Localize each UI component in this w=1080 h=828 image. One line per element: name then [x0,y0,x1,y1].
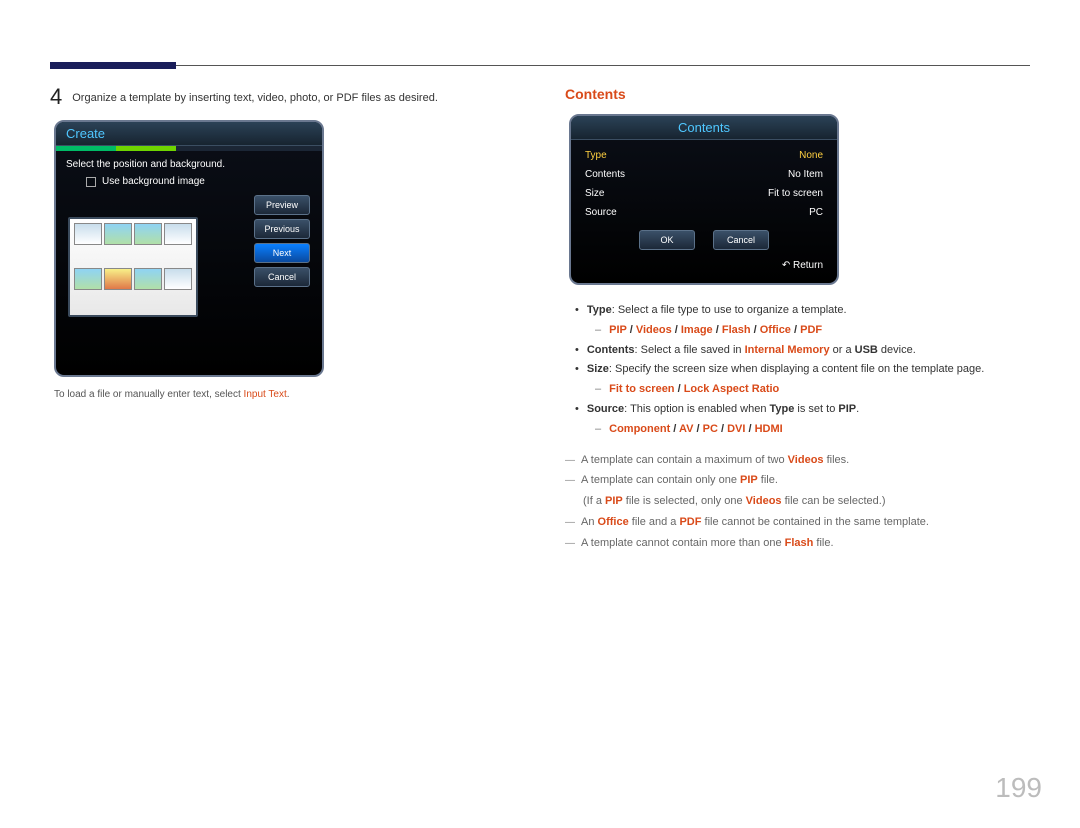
ok-button[interactable]: OK [639,230,695,250]
bullet-icon [575,341,579,361]
row-source-key: Source [585,207,617,218]
thumbnail[interactable] [164,223,192,245]
preview-button[interactable]: Preview [254,195,310,215]
row-source-value: PC [809,207,823,218]
b-type-k: Type [587,304,612,316]
row-contents-key: Contents [585,169,625,180]
use-background-checkbox[interactable] [86,177,96,187]
thumbnail-gallery[interactable] [68,217,198,317]
page-number: 199 [995,772,1042,804]
thumbnail[interactable] [134,268,162,290]
cancel-button2[interactable]: Cancel [713,230,769,250]
dash-icon [595,380,601,400]
row-type-key: Type [585,150,607,161]
create-panel-subtitle: Select the position and background. [56,151,322,174]
footnote-b2: (If a PIP file is selected, only one Vid… [565,491,1030,512]
source-options: Component / AV / PC / DVI / HDMI [609,420,783,440]
return-label[interactable]: Return [793,260,823,271]
b-size-k: Size [587,363,609,375]
create-panel-title: Create [56,122,322,146]
bullet-icon [575,301,579,321]
progress-bar [56,146,322,151]
bullet-icon [575,400,579,420]
size-options: Fit to screen / Lock Aspect Ratio [609,380,779,400]
bullet-icon [575,360,579,380]
footnote-dash-icon [565,512,575,533]
row-size-value: Fit to screen [768,188,823,199]
thumbnail[interactable] [74,268,102,290]
dash-icon [595,420,601,440]
left-note: To load a file or manually enter text, s… [54,389,515,400]
b-type-desc: : Select a file type to use to organize … [612,304,847,316]
contents-heading: Contents [565,86,1030,102]
contents-panel: Contents Type None Contents No Item Size… [569,114,839,285]
footnotes: A template can contain a maximum of two … [565,450,1030,554]
b-contents-k: Contents [587,344,635,356]
row-size-key: Size [585,188,604,199]
description-list: Type: Select a file type to use to organ… [575,301,1030,440]
footnote-dash-icon [565,533,575,554]
footnote-dash-icon [565,450,575,471]
row-contents[interactable]: Contents No Item [583,165,825,184]
thumbnail[interactable] [104,223,132,245]
progress-seg-1 [56,146,116,151]
progress-seg-2 [116,146,176,151]
row-size[interactable]: Size Fit to screen [583,184,825,203]
progress-seg-rest [176,146,322,151]
left-note-pre: To load a file or manually enter text, s… [54,389,244,400]
thumbnail[interactable] [104,268,132,290]
page-header-rule [50,65,1030,66]
step-text: Organize a template by inserting text, v… [72,90,438,108]
row-type-value: None [799,150,823,161]
step-number: 4 [50,86,62,108]
header-accent-bar [50,62,176,69]
thumbnail[interactable] [74,223,102,245]
thumbnail[interactable] [134,223,162,245]
b-source-k: Source [587,403,624,415]
return-icon[interactable]: ↶ [782,260,790,271]
type-options: PIP / Videos / Image / Flash / Office / … [609,321,822,341]
dash-icon [595,321,601,341]
create-panel: Create Select the position and backgroun… [54,120,324,377]
thumbnail[interactable] [164,268,192,290]
contents-panel-title: Contents [571,116,837,140]
row-contents-value: No Item [788,169,823,180]
row-source[interactable]: Source PC [583,203,825,222]
footnote-dash-icon [565,470,575,491]
left-note-post: . [287,389,290,400]
row-type[interactable]: Type None [583,146,825,165]
use-background-label: Use background image [102,176,205,187]
left-note-red: Input Text [244,389,287,400]
